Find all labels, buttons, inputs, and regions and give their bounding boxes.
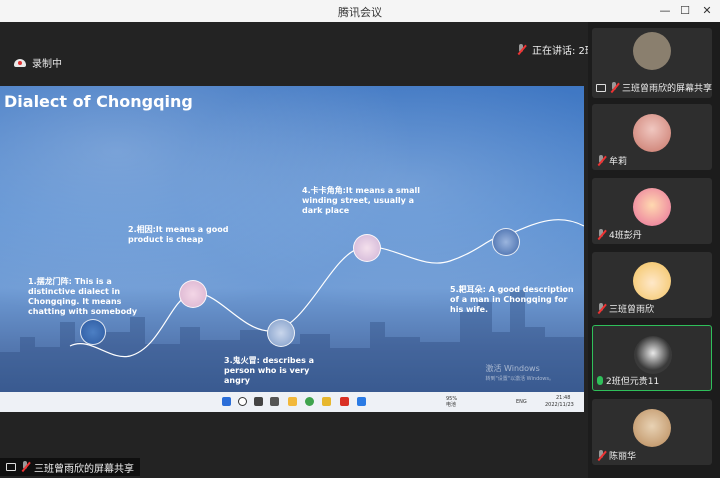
participant-name: 牟莉 [596,154,627,167]
participant-name: 三班曾雨欣 [596,302,654,315]
mic-muted-icon [516,43,526,56]
participant-name-text: 陈丽华 [609,452,637,462]
point-2-text: 2.相因:It means a good product is cheap [128,225,229,244]
mic-muted-icon [609,81,619,94]
point-5-text: 5.耙耳朵: A good description of a man in Ch… [450,285,574,314]
minimize-icon[interactable]: — [656,2,674,20]
participant-name: 4班彭丹 [596,228,642,241]
mic-muted-icon [596,449,606,462]
windows-taskbar: 95% 电池 ENG 21:48 2022/11/23 [0,392,584,412]
point-3-node [267,319,295,347]
mic-muted-icon [596,228,606,241]
meeting-window: 腾讯会议 — ☐ ✕ 录制中 正在讲话: 2班但元贵11; Dialect of… [0,0,720,478]
participant-tile[interactable]: 三班曾雨欣 [592,252,712,318]
point-4-node [353,234,381,262]
cloud-record-icon [14,58,26,67]
shared-screen-stage: 录制中 正在讲话: 2班但元贵11; Dialect of Chongqing … [0,22,641,478]
office-icon [340,397,349,406]
window-title: 腾讯会议 [338,6,382,19]
mic-muted-icon [20,461,30,473]
point-2-node [179,280,207,308]
participant-name-text: 2班但元贵11 [606,377,660,387]
meeting-app-icon [357,397,366,406]
point-4-text: 4.卡卡角角:It means a small winding street, … [302,186,420,215]
avatar [633,409,671,447]
presentation-slide[interactable]: Dialect of Chongqing 1.摆龙门阵: This is a d… [0,86,584,412]
screen-share-icon [596,83,606,92]
recording-label: 录制中 [32,59,62,70]
input-language: ENG [516,399,527,405]
battery-label: 电池 [446,402,457,408]
recording-indicator[interactable]: 录制中 [14,55,62,70]
clock-time: 21:48 [556,395,571,401]
screen-share-label: 三班曾雨欣的屏幕共享 [0,458,140,476]
participant-name-text: 三班曾雨欣 [609,305,655,315]
participant-name-text: 三班曾雨欣的屏幕共享 [622,84,712,94]
mic-muted-icon [596,154,606,167]
point-5-node [492,228,520,256]
clock-date: 2022/11/23 [545,402,574,408]
participant-name-text: 4班彭丹 [609,231,642,241]
windows-activation-watermark: 激活 Windows 转到"设置"以激活 Windows。 [485,364,554,384]
share-label-text: 三班曾雨欣的屏幕共享 [34,463,134,475]
avatar [633,188,671,226]
participant-panel: 三班曾雨欣的屏幕共享 牟莉 4班彭丹 三班曾雨欣 2班但元贵11 陈丽华 [588,22,720,478]
participant-tile[interactable]: 三班曾雨欣的屏幕共享 [592,28,712,98]
task-view-icon [254,397,263,406]
participant-tile[interactable]: 牟莉 [592,104,712,170]
avatar [633,114,671,152]
browser-icon [305,397,314,406]
widgets-icon [270,397,279,406]
mic-muted-icon [596,302,606,315]
windows-start-icon [222,397,231,406]
participant-name: 陈丽华 [596,449,636,462]
participant-name-text: 牟莉 [609,157,628,167]
avatar [634,336,672,374]
close-icon[interactable]: ✕ [698,2,716,20]
screen-share-icon [6,463,16,471]
participant-tile-active[interactable]: 2班但元贵11 [592,325,712,391]
file-explorer-icon [288,397,297,406]
point-1-node [80,319,106,345]
avatar [633,32,671,70]
participant-tile[interactable]: 4班彭丹 [592,178,712,244]
participant-tile[interactable]: 陈丽华 [592,399,712,465]
point-1-text: 1.摆龙门阵: This is a distinctive dialect in… [28,277,138,316]
participant-name: 2班但元贵11 [597,374,659,387]
watermark-line1: 激活 Windows [485,364,540,373]
mic-on-icon [597,376,603,385]
search-icon [238,397,247,406]
participant-name: 三班曾雨欣的屏幕共享 [596,81,712,94]
maximize-icon[interactable]: ☐ [676,2,694,20]
point-3-text: 3.鬼火冒: describes a person who is very an… [224,356,315,385]
avatar [633,262,671,300]
app-icon [322,397,331,406]
title-bar: 腾讯会议 — ☐ ✕ [0,0,720,22]
watermark-line2: 转到"设置"以激活 Windows。 [485,376,554,382]
